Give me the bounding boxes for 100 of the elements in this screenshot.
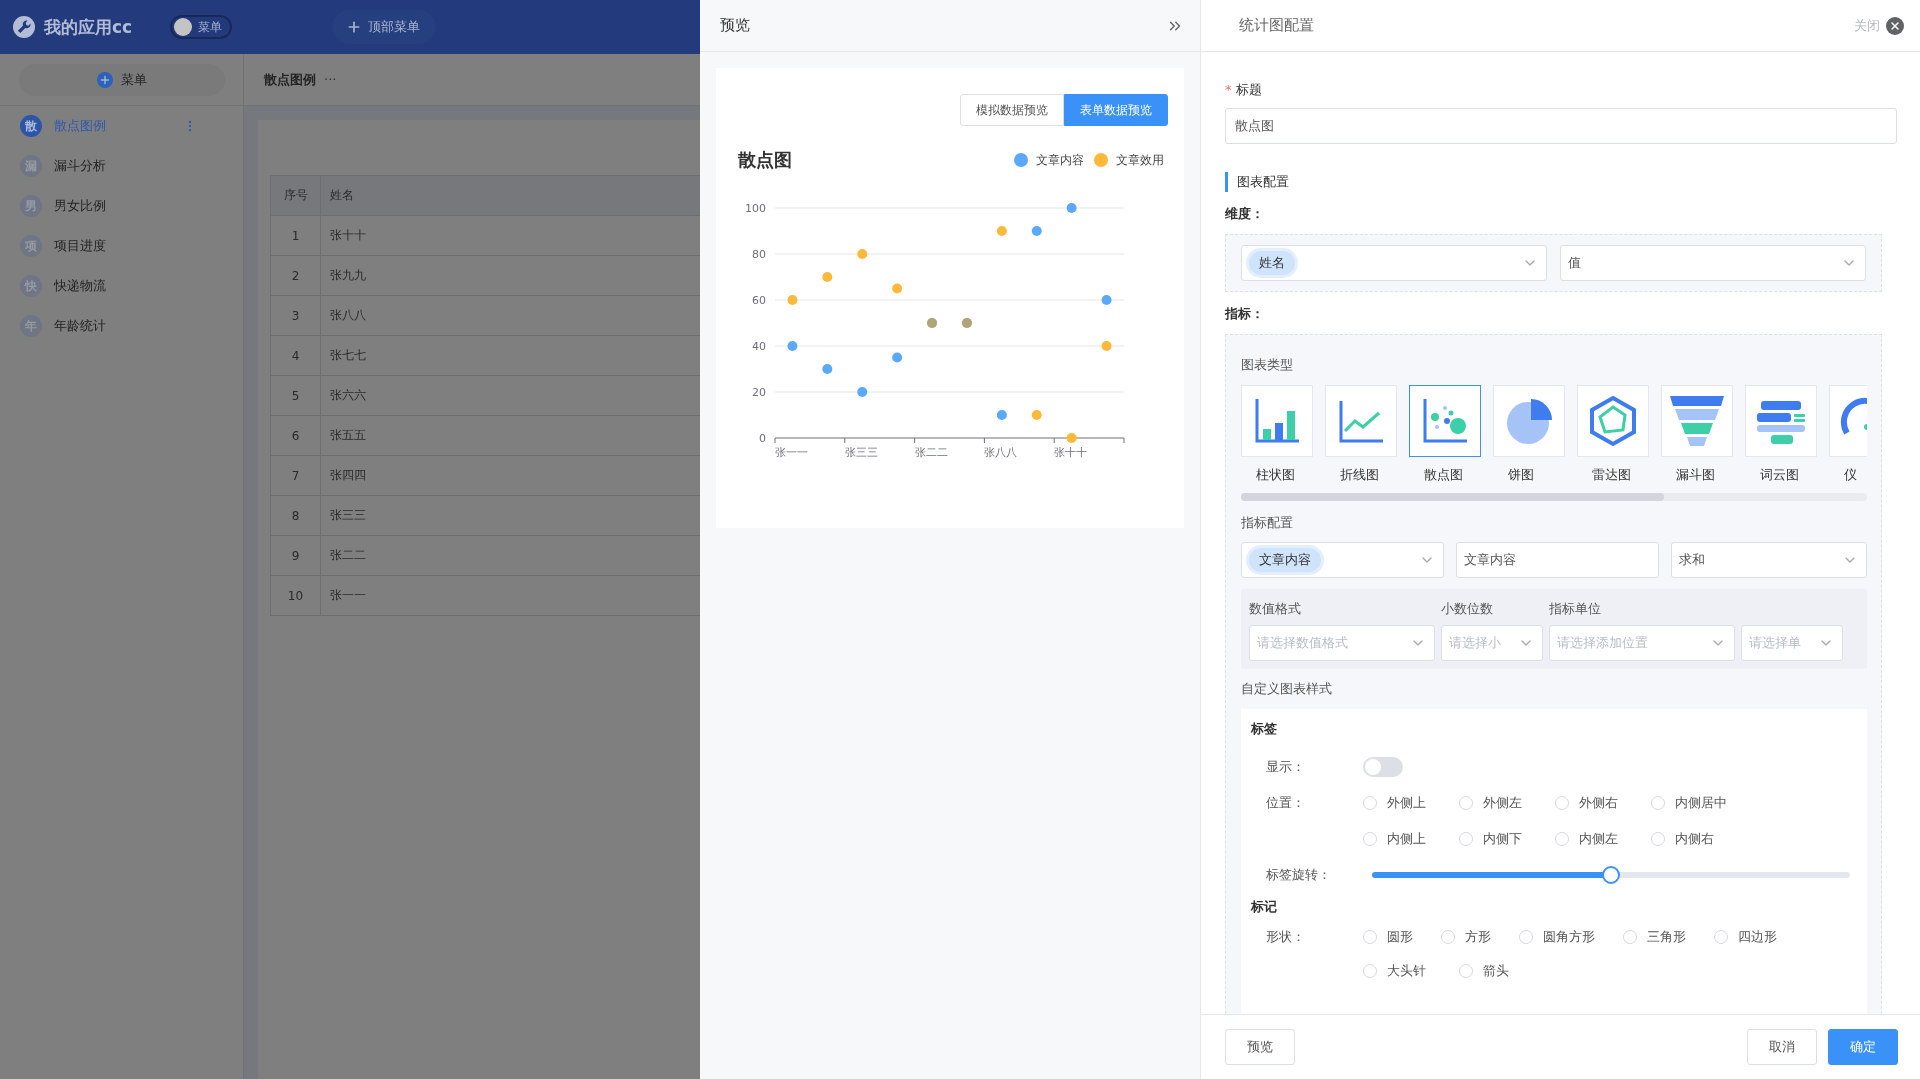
radio-option[interactable]: 内侧下: [1459, 830, 1555, 848]
radio-option[interactable]: 内侧居中: [1651, 794, 1747, 812]
chart-type-tile[interactable]: [1409, 385, 1481, 457]
panel-title: 预览: [720, 16, 750, 35]
show-switch[interactable]: [1363, 757, 1403, 777]
data-point: [1066, 433, 1077, 443]
radio-option[interactable]: 内侧上: [1363, 830, 1459, 848]
field-label: 标题: [1235, 81, 1262, 99]
chart-type-label: 折线图: [1339, 466, 1380, 484]
radio-option[interactable]: 内侧左: [1555, 830, 1651, 848]
top-menu-button[interactable]: 顶部菜单: [332, 10, 437, 44]
radio-option[interactable]: 外侧右: [1555, 794, 1651, 812]
scrollbar-thumb[interactable]: [1241, 493, 1664, 501]
axis-label: 张三三: [844, 446, 878, 459]
radio-option[interactable]: 外侧上: [1363, 794, 1459, 812]
field-label: 维度：: [1225, 205, 1264, 223]
axis-label: 0: [759, 432, 766, 445]
slider-thumb[interactable]: [1602, 866, 1620, 884]
sidebar-item-label: 漏斗分析: [54, 157, 107, 175]
axis-label: 20: [752, 386, 766, 399]
data-point: [996, 410, 1007, 420]
axis-label: 60: [752, 294, 766, 307]
option-label: 位置：: [1265, 794, 1306, 812]
sidebar-item-label: 年龄统计: [54, 317, 107, 335]
chart-type-label: 漏斗图: [1675, 466, 1716, 484]
radio-option[interactable]: 内侧右: [1651, 830, 1747, 848]
avatar-badge: 散: [20, 115, 42, 137]
axis-label: 张十十: [1054, 446, 1088, 459]
preview-button[interactable]: 预览: [1225, 1029, 1295, 1065]
data-point: [1031, 226, 1042, 236]
field-label: 自定义图表样式: [1241, 680, 1333, 698]
add-menu-button[interactable]: 菜单: [18, 63, 225, 96]
dimension-select[interactable]: 姓名: [1241, 245, 1547, 281]
radio-option[interactable]: 大头针: [1363, 962, 1459, 980]
chart-type-label: 词云图: [1759, 466, 1800, 484]
overlapping-data-points: [961, 318, 972, 328]
data-point: [996, 226, 1007, 236]
data-point: [1066, 203, 1077, 213]
data-point: [787, 295, 798, 305]
data-point: [1101, 341, 1112, 351]
sidebar-item-label: 散点图例: [54, 117, 107, 135]
radio-option[interactable]: 四边形: [1714, 928, 1777, 946]
plus-icon: [96, 71, 113, 88]
axis-label: 张一一: [775, 446, 808, 459]
group-title: 标记: [1251, 898, 1277, 916]
chart-type-label: 饼图: [1507, 466, 1535, 484]
radio-option[interactable]: 圆形: [1363, 928, 1413, 946]
overlapping-data-points: [927, 318, 938, 328]
legend-label: 文章效用: [1116, 151, 1164, 169]
chart-type-label: 柱状图: [1255, 466, 1296, 484]
field-label: 指标单位: [1549, 600, 1602, 618]
group-title: 标签: [1251, 720, 1277, 738]
selected-tag: 文章内容: [1249, 548, 1321, 572]
field-label: 数值格式: [1249, 600, 1302, 618]
axis-label: 100: [745, 202, 766, 215]
sidebar-item-label: 男女比例: [54, 197, 107, 215]
radio-option[interactable]: 方形: [1441, 928, 1491, 946]
title-input[interactable]: 散点图: [1225, 108, 1897, 144]
wrench-logo-icon: [12, 15, 36, 39]
panel-title: 统计图配置: [1238, 16, 1314, 35]
option-label: 标签旋转：: [1265, 866, 1332, 884]
table-cell: 10: [271, 576, 321, 616]
field-label: 指标配置: [1241, 514, 1294, 532]
data-point: [892, 352, 903, 363]
radio-option[interactable]: 箭头: [1459, 962, 1555, 980]
field-label: 指标：: [1225, 305, 1264, 323]
metric-select[interactable]: 文章内容: [1241, 542, 1444, 578]
value-select[interactable]: 值: [1560, 245, 1866, 281]
radio-option[interactable]: 外侧左: [1459, 794, 1555, 812]
option-label: 显示：: [1265, 758, 1306, 776]
data-point: [857, 387, 868, 397]
data-point: [822, 364, 833, 374]
preview-mode-button[interactable]: 模拟数据预览: [960, 94, 1064, 126]
aggregate-select[interactable]: 求和: [1671, 542, 1867, 578]
sidebar-item-label: 快递物流: [54, 277, 107, 295]
chart-type-label: 散点图: [1423, 466, 1464, 484]
metric-name-input[interactable]: 文章内容: [1456, 542, 1659, 578]
data-point: [822, 272, 833, 282]
cancel-button[interactable]: 取消: [1747, 1029, 1817, 1065]
close-icon[interactable]: [1886, 16, 1904, 35]
chart-type-label: 雷达图: [1591, 466, 1632, 484]
field-label: 小数位数: [1441, 600, 1494, 618]
axis-label: 40: [752, 340, 766, 353]
funnel-icon: [1669, 393, 1725, 449]
axis-label: 张八八: [984, 446, 1018, 459]
page-title: 散点图例: [264, 70, 316, 89]
chart-type-label: 仪: [1843, 466, 1858, 484]
selected-tag: 姓名: [1249, 251, 1295, 275]
option-label: 形状：: [1265, 928, 1306, 946]
app-title: 我的应用cc: [44, 15, 133, 39]
legend-label: 文章内容: [1036, 151, 1084, 169]
field-label: 图表类型: [1241, 356, 1294, 374]
menu-toggle[interactable]: 菜单: [170, 15, 233, 39]
radio-option[interactable]: 圆角方形: [1519, 928, 1595, 946]
data-point: [1101, 295, 1112, 305]
data-point: [1031, 410, 1042, 420]
chart-title: 散点图: [738, 148, 792, 172]
sidebar-item[interactable]: 散 散点图例: [0, 106, 243, 146]
required-mark: *: [1225, 81, 1232, 99]
radio-option[interactable]: 三角形: [1623, 928, 1686, 946]
